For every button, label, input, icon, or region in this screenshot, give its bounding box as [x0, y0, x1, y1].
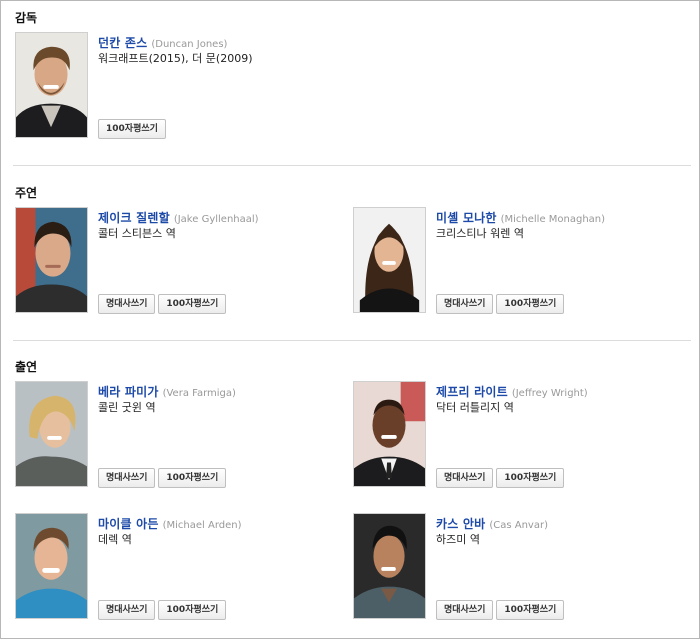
portrait-image	[354, 382, 425, 486]
section-divider	[13, 165, 691, 166]
section-title-support: 출연	[15, 360, 38, 374]
name-row: 제이크 질렌할 (Jake Gyllenhaal)	[98, 207, 259, 226]
portrait-image	[16, 33, 87, 137]
name-row: 마이클 아든 (Michael Arden)	[98, 513, 242, 532]
person-name-ko[interactable]: 미셸 모나한	[436, 211, 497, 225]
person-role: 닥터 러틀리지 역	[436, 401, 514, 414]
person-name-en: (Duncan Jones)	[151, 39, 228, 50]
photo-vera[interactable]	[15, 381, 88, 487]
person-card-michael: 마이클 아든 (Michael Arden) 데렉 역 명대사쓰기 100자평쓰기	[15, 513, 345, 620]
name-row: 베라 파미가 (Vera Farmiga)	[98, 381, 236, 400]
write-quote-button[interactable]: 명대사쓰기	[436, 468, 494, 488]
name-row: 미셸 모나한 (Michelle Monaghan)	[436, 207, 605, 226]
portrait-image	[354, 208, 425, 312]
write-review-button[interactable]: 100자평쓰기	[158, 600, 227, 620]
photo-jeffrey[interactable]	[353, 381, 426, 487]
person-role: 콜린 굿윈 역	[98, 401, 156, 414]
person-card-cas: 카스 안바 (Cas Anvar) 하즈미 역 명대사쓰기 100자평쓰기	[353, 513, 683, 620]
photo-michael[interactable]	[15, 513, 88, 619]
action-buttons: 명대사쓰기 100자평쓰기	[436, 291, 567, 314]
person-name-ko[interactable]: 베라 파미가	[98, 385, 159, 399]
write-review-button[interactable]: 100자평쓰기	[496, 294, 565, 314]
portrait-image	[354, 514, 425, 618]
person-name-ko[interactable]: 던칸 존스	[98, 36, 147, 50]
person-card-jeffrey: 제프리 라이트 (Jeffrey Wright) 닥터 러틀리지 역 명대사쓰기 1…	[353, 381, 683, 488]
section-divider	[13, 340, 691, 341]
write-quote-button[interactable]: 명대사쓰기	[98, 294, 156, 314]
write-review-button[interactable]: 100자평쓰기	[158, 294, 227, 314]
person-role: 데렉 역	[98, 533, 132, 546]
person-name-ko[interactable]: 제이크 질렌할	[98, 211, 170, 225]
person-card-vera: 베라 파미가 (Vera Farmiga) 콜린 굿윈 역 명대사쓰기 100자평쓰…	[15, 381, 345, 488]
name-row: 제프리 라이트 (Jeffrey Wright)	[436, 381, 588, 400]
person-role: 크리스티나 워렌 역	[436, 227, 524, 240]
write-review-button[interactable]: 100자평쓰기	[496, 468, 565, 488]
person-card-michelle: 미셸 모나한 (Michelle Monaghan) 크리스티나 워렌 역 명대사…	[353, 207, 683, 314]
action-buttons: 명대사쓰기 100자평쓰기	[98, 465, 229, 488]
photo-director[interactable]	[15, 32, 88, 138]
photo-cas[interactable]	[353, 513, 426, 619]
person-name-ko[interactable]: 마이클 아든	[98, 517, 159, 531]
write-review-button[interactable]: 100자평쓰기	[496, 600, 565, 620]
action-buttons: 명대사쓰기 100자평쓰기	[436, 465, 567, 488]
person-name-en: (Michelle Monaghan)	[500, 214, 606, 225]
person-card-director: 던칸 존스 (Duncan Jones) 워크래프트(2015), 더 문(200…	[15, 32, 345, 139]
person-name-en: (Vera Farmiga)	[162, 388, 236, 399]
person-role: 하즈미 역	[436, 533, 480, 546]
person-card-jake: 제이크 질렌할 (Jake Gyllenhaal) 콜터 스티븐스 역 명대사쓰기…	[15, 207, 345, 314]
person-name-en: (Michael Arden)	[162, 520, 242, 531]
write-review-button[interactable]: 100자평쓰기	[158, 468, 227, 488]
section-title-director: 감독	[15, 11, 38, 25]
portrait-image	[16, 208, 87, 312]
photo-michelle[interactable]	[353, 207, 426, 313]
action-buttons: 명대사쓰기 100자평쓰기	[98, 291, 229, 314]
section-title-lead: 주연	[15, 186, 38, 200]
portrait-image	[16, 514, 87, 618]
name-row: 던칸 존스 (Duncan Jones)	[98, 32, 227, 51]
person-name-en: (Cas Anvar)	[489, 520, 548, 531]
person-name-en: (Jake Gyllenhaal)	[173, 214, 259, 225]
name-row: 카스 안바 (Cas Anvar)	[436, 513, 548, 532]
action-buttons: 명대사쓰기 100자평쓰기	[436, 597, 567, 620]
write-quote-button[interactable]: 명대사쓰기	[98, 600, 156, 620]
person-name-en: (Jeffrey Wright)	[511, 388, 588, 399]
write-quote-button[interactable]: 명대사쓰기	[436, 600, 494, 620]
write-quote-button[interactable]: 명대사쓰기	[98, 468, 156, 488]
person-filmography: 워크래프트(2015), 더 문(2009)	[98, 52, 253, 65]
photo-jake[interactable]	[15, 207, 88, 313]
person-name-ko[interactable]: 제프리 라이트	[436, 385, 508, 399]
portrait-image	[16, 382, 87, 486]
write-quote-button[interactable]: 명대사쓰기	[436, 294, 494, 314]
cast-panel: 감독 던칸 존스 (Duncan Jones) 워크래프트(2015), 더 문(…	[0, 0, 700, 639]
person-name-ko[interactable]: 카스 안바	[436, 517, 485, 531]
person-role: 콜터 스티븐스 역	[98, 227, 176, 240]
write-review-button[interactable]: 100자평쓰기	[98, 119, 166, 139]
action-buttons: 명대사쓰기 100자평쓰기	[98, 597, 229, 620]
action-buttons: 100자평쓰기	[98, 116, 169, 139]
